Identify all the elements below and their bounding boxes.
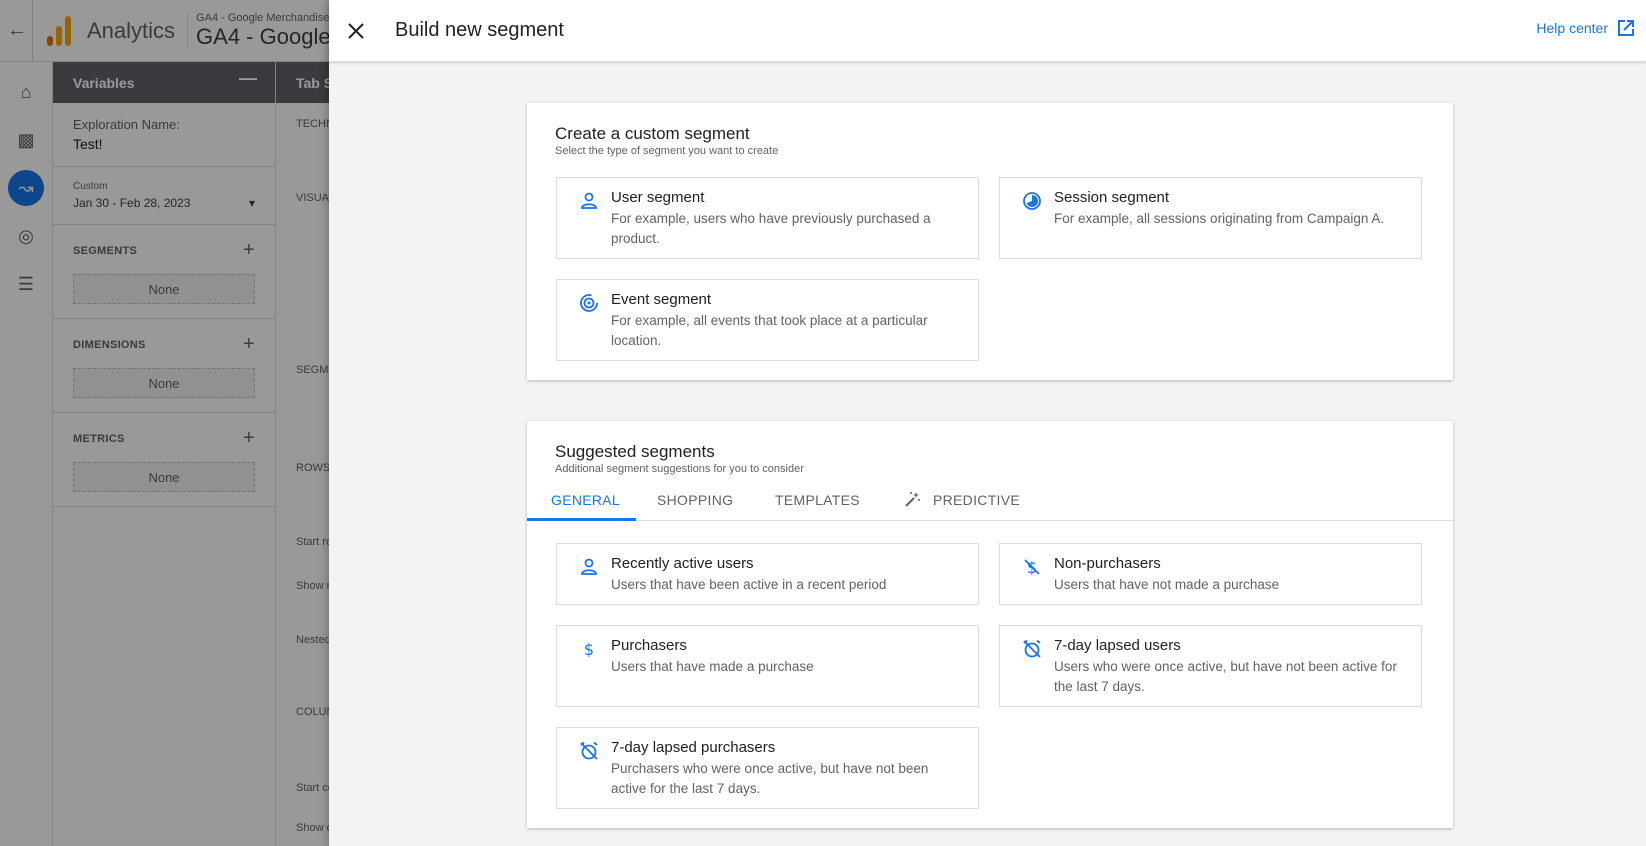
session-icon: [1023, 192, 1041, 210]
open-in-new-icon: [1618, 20, 1634, 36]
dollar-icon: $: [584, 640, 594, 659]
option-description: Users that have made a purchase: [611, 659, 814, 674]
alarm-off-icon: [580, 741, 598, 760]
option-description: Purchasers who were once active, but hav…: [611, 761, 929, 796]
close-button[interactable]: [339, 14, 373, 48]
event-segment-option[interactable]: Event segment For example, all events th…: [556, 279, 979, 361]
purchasers-option[interactable]: $ Purchasers Users that have made a purc…: [556, 625, 979, 707]
active-tab-indicator: [527, 518, 636, 521]
alarm-off-icon: [1023, 639, 1041, 658]
option-name: Event segment: [611, 291, 712, 308]
suggested-segments-subtitle: Additional segment suggestions for you t…: [555, 463, 804, 475]
option-description: Users who were once active, but have not…: [1054, 659, 1397, 694]
suggested-segments-card: Suggested segments Additional segment su…: [527, 421, 1453, 828]
option-name: 7-day lapsed users: [1054, 637, 1181, 654]
custom-segment-subtitle: Select the type of segment you want to c…: [555, 145, 779, 157]
lapsed-users-option[interactable]: 7-day lapsed users Users who were once a…: [999, 625, 1422, 707]
option-name: Recently active users: [611, 555, 754, 572]
user-segment-option[interactable]: User segment For example, users who have…: [556, 177, 979, 259]
option-name: 7-day lapsed purchasers: [611, 739, 776, 756]
option-name: Purchasers: [611, 637, 687, 654]
option-name: User segment: [611, 189, 705, 206]
help-center-label: Help center: [1536, 20, 1608, 36]
option-name: Session segment: [1054, 189, 1170, 206]
option-description: For example, all events that took place …: [611, 313, 928, 348]
option-description: Users that have not made a purchase: [1054, 577, 1280, 592]
option-description: For example, users who have previously p…: [611, 211, 931, 246]
drawer-header: Build new segment Help center: [329, 0, 1646, 62]
person-icon: [581, 558, 597, 575]
custom-segment-title: Create a custom segment: [555, 124, 750, 143]
option-description: Users that have been active in a recent …: [611, 577, 887, 592]
option-name: Non-purchasers: [1054, 555, 1161, 572]
svg-text:$: $: [584, 640, 594, 659]
session-segment-option[interactable]: Session segment For example, all session…: [999, 177, 1422, 259]
lapsed-purchasers-option[interactable]: 7-day lapsed purchasers Purchasers who w…: [556, 727, 979, 809]
close-icon: [348, 22, 364, 39]
drawer-title: Build new segment: [395, 19, 564, 41]
tab-predictive-label: PREDICTIVE: [933, 492, 1021, 508]
custom-segment-card: Create a custom segment Select the type …: [527, 103, 1453, 380]
segment-tabs: GENERAL SHOPPING TEMPLATES PREDICTIVE: [527, 479, 1453, 521]
suggested-segments-title: Suggested segments: [555, 442, 715, 461]
person-icon: [581, 192, 597, 209]
build-segment-drawer: Build new segment Help center Create a c…: [329, 0, 1646, 846]
tab-predictive[interactable]: PREDICTIVE: [903, 479, 1020, 521]
no-dollar-icon: $: [1024, 558, 1040, 577]
tab-templates[interactable]: TEMPLATES: [775, 479, 860, 521]
magic-wand-icon: [905, 492, 920, 507]
help-center-link[interactable]: Help center: [1536, 18, 1636, 38]
option-description: For example, all sessions originating fr…: [1054, 211, 1385, 226]
tab-general[interactable]: GENERAL: [551, 479, 620, 521]
recently-active-users-option[interactable]: Recently active users Users that have be…: [556, 543, 979, 605]
tab-shopping[interactable]: SHOPPING: [657, 479, 733, 521]
event-icon: [580, 294, 598, 312]
non-purchasers-option[interactable]: $ Non-purchasers Users that have not mad…: [999, 543, 1422, 605]
